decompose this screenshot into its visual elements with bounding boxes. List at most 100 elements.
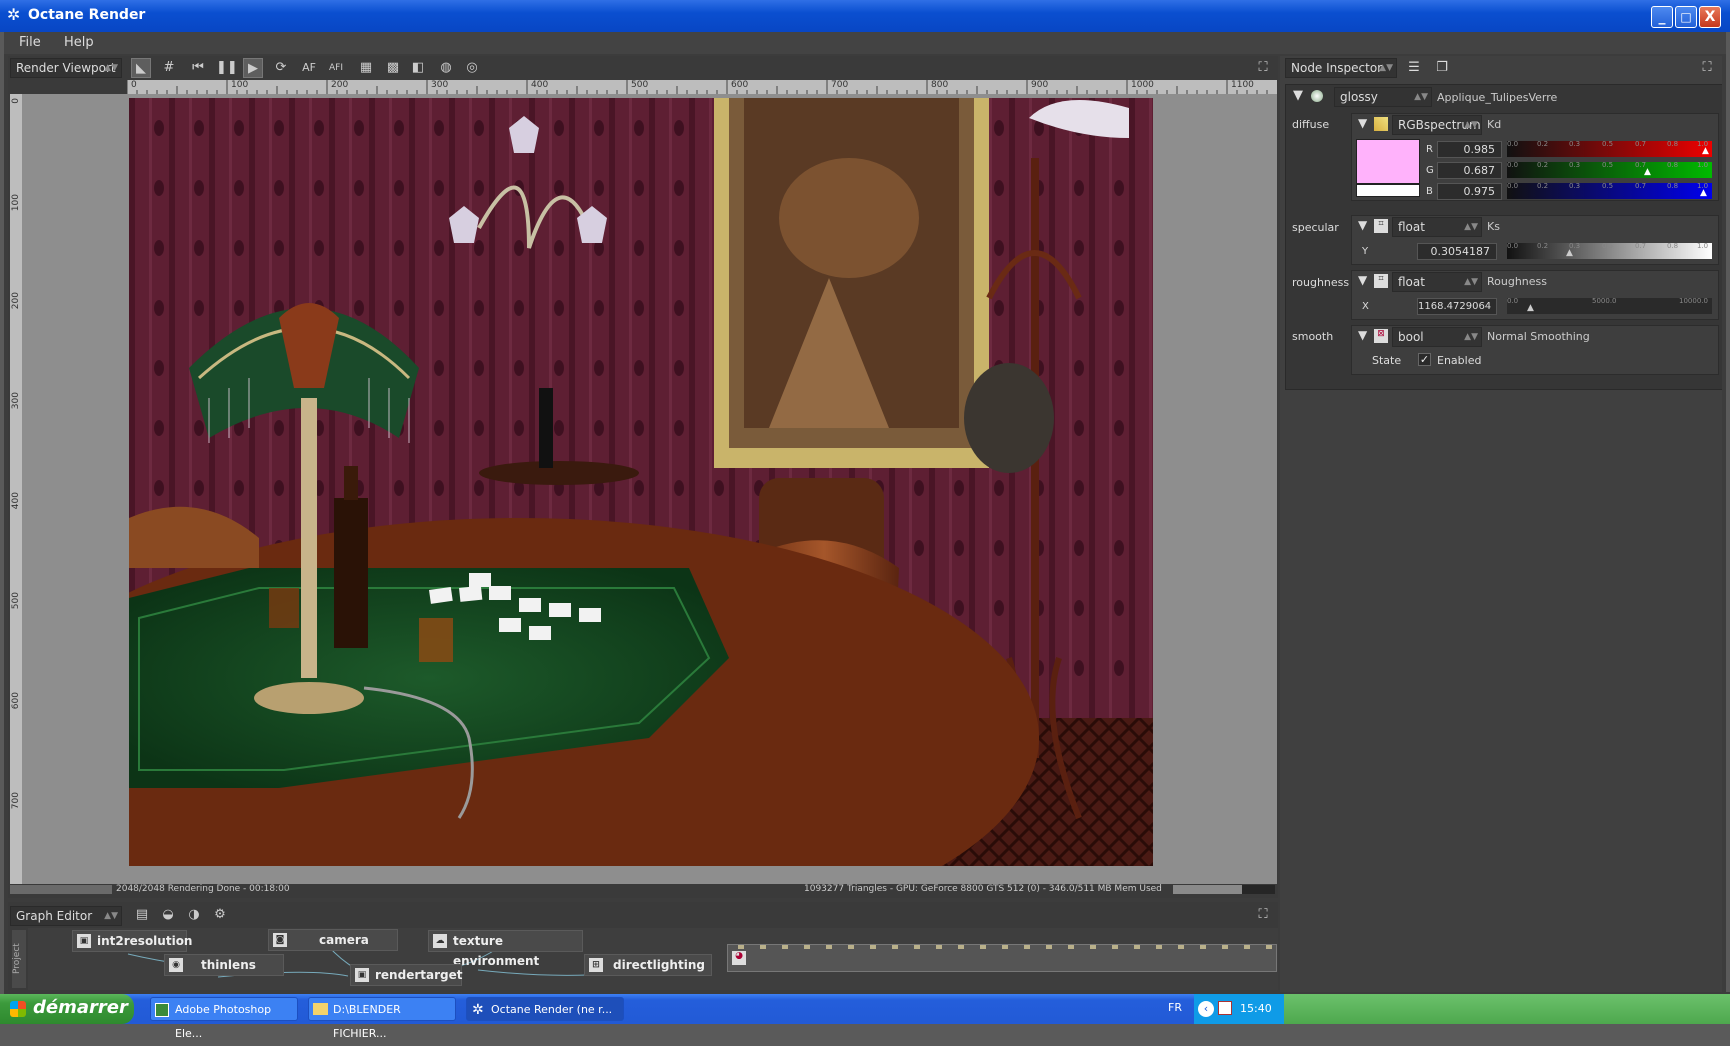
viewport-selector[interactable]: Render Viewport ▲▼: [10, 58, 122, 78]
node-thinlens[interactable]: ◉ thinlens: [164, 954, 284, 976]
diffuse-group: ▼ RGBspectrum ▲▼ Kd R 0.985 G 0.687 B 0.9…: [1351, 113, 1719, 201]
tick-label: 0.5: [1602, 161, 1614, 169]
specular-value-field[interactable]: 0.3054187: [1417, 243, 1497, 260]
rendered-image[interactable]: [129, 98, 1153, 866]
g-value-field[interactable]: 0.687: [1437, 162, 1502, 179]
task-label: Octane Render (ne r...: [491, 1003, 613, 1016]
task-octane[interactable]: ✲ Octane Render (ne r...: [466, 997, 624, 1021]
node-type-label: float: [1398, 220, 1425, 234]
node-rendertarget[interactable]: ▣ rendertarget: [350, 964, 462, 986]
roughness-value-field[interactable]: 1168.4729064: [1417, 298, 1497, 315]
material-node-icon[interactable]: ◒: [158, 905, 178, 925]
show-hidden-icons-icon[interactable]: ‹: [1198, 1001, 1214, 1017]
collapse-triangle-icon[interactable]: ▼: [1358, 218, 1367, 232]
menu-file[interactable]: File: [19, 35, 41, 50]
language-indicator[interactable]: FR: [1168, 1001, 1182, 1014]
roughness-slider[interactable]: 0.0 5000.0 10000.0 ▲: [1507, 297, 1712, 314]
grid-icon[interactable]: #: [159, 58, 179, 78]
node-camera[interactable]: ◙ camera: [268, 929, 398, 951]
slider-handle-icon[interactable]: ▲: [1700, 188, 1707, 198]
axis-label: X: [1362, 301, 1369, 312]
new-node-icon[interactable]: ▤: [132, 905, 152, 925]
tick-label: 0.0: [1507, 140, 1519, 148]
maximize-button[interactable]: □: [1675, 6, 1697, 28]
tick-label: 0.3: [1569, 182, 1581, 190]
collapse-all-icon[interactable]: ❐: [1432, 58, 1452, 78]
node-int2resolution[interactable]: ▣ int2resolution: [72, 930, 192, 952]
enabled-checkbox[interactable]: ✓: [1418, 353, 1431, 366]
diffuse-node-select[interactable]: RGBspectrum ▲▼: [1392, 115, 1482, 135]
close-button[interactable]: X: [1699, 6, 1721, 28]
pin-label: Ks: [1487, 220, 1500, 233]
material-node-icon: ◕: [732, 951, 746, 965]
node-texture-environment[interactable]: ☁ texture environment: [428, 930, 583, 968]
b-slider[interactable]: 0.0 0.2 0.3 0.5 0.7 0.8 1.0 ▲: [1507, 182, 1712, 199]
globe2-icon[interactable]: ◎: [462, 58, 482, 78]
fullscreen-icon[interactable]: ⛶: [1253, 905, 1273, 925]
specular-node-select[interactable]: float ▲▼: [1392, 217, 1482, 237]
task-photoshop[interactable]: Adobe Photoshop Ele...: [150, 997, 298, 1040]
start-button[interactable]: démarrer: [0, 994, 134, 1024]
afi-button[interactable]: AFI: [326, 58, 346, 78]
refresh-icon[interactable]: ⟳: [271, 58, 291, 78]
collapse-triangle-icon[interactable]: ▼: [1358, 116, 1367, 130]
project-side-tab[interactable]: Project: [12, 930, 26, 988]
tick-label: 0.7: [1635, 140, 1647, 148]
slider-handle-icon[interactable]: ▲: [1644, 167, 1651, 177]
clock[interactable]: 15:40: [1240, 1002, 1272, 1015]
b-value-field[interactable]: 0.975: [1437, 183, 1502, 200]
settings-node-icon[interactable]: ⚙: [210, 905, 230, 925]
play-icon[interactable]: ▶: [243, 58, 263, 78]
fullscreen-icon[interactable]: ⛶: [1253, 58, 1273, 78]
roughness-node-select[interactable]: float ▲▼: [1392, 272, 1482, 292]
gpu-status-text: 1093277 Triangles - GPU: GeForce 8800 GT…: [804, 884, 1162, 894]
system-tray: ‹ 15:40: [1194, 994, 1284, 1024]
tick-label: 0.8: [1667, 140, 1679, 148]
collapse-triangle-icon[interactable]: ▼: [1293, 88, 1303, 103]
globe-icon[interactable]: ◍: [436, 58, 456, 78]
checker-icon[interactable]: ▩: [383, 58, 403, 78]
window-titlebar[interactable]: ✲ Octane Render _ □ X: [0, 0, 1730, 32]
r-slider[interactable]: 0.0 0.2 0.3 0.5 0.7 0.8 1.0 ▲: [1507, 140, 1712, 157]
tick-label: 5000.0: [1592, 297, 1617, 305]
node-type-label: float: [1398, 275, 1425, 289]
expand-all-icon[interactable]: ☰: [1404, 58, 1424, 78]
frame-icon[interactable]: ▦: [356, 58, 376, 78]
material-name: Applique_TulipesVerre: [1437, 91, 1558, 104]
slider-handle-icon[interactable]: ▲: [1527, 303, 1534, 313]
ruler-label: 200: [331, 80, 349, 90]
node-directlighting[interactable]: ⊞ directlighting: [584, 954, 712, 976]
node-type-label: bool: [1398, 330, 1424, 344]
tray-app-icon[interactable]: [1218, 1001, 1232, 1015]
smooth-node-select[interactable]: bool ▲▼: [1392, 327, 1482, 347]
slider-handle-icon[interactable]: ▲: [1702, 146, 1709, 156]
af-button[interactable]: AF: [299, 58, 319, 78]
texture-node-icon[interactable]: ◑: [184, 905, 204, 925]
color-swatch[interactable]: [1356, 139, 1420, 184]
collapse-triangle-icon[interactable]: ▼: [1358, 273, 1367, 287]
specular-slider[interactable]: 0.0 0.2 0.3 0.5 0.7 0.8 1.0 ▲: [1507, 242, 1712, 259]
g-slider[interactable]: 0.0 0.2 0.3 0.5 0.7 0.8 1.0 ▲: [1507, 161, 1712, 178]
material-type-select[interactable]: glossy ▲▼: [1334, 87, 1432, 107]
material-pins-strip[interactable]: ◕: [727, 944, 1277, 972]
tick-label: 0.3: [1569, 140, 1581, 148]
pin-label: Normal Smoothing: [1487, 330, 1590, 343]
collapse-triangle-icon[interactable]: ▼: [1358, 328, 1367, 342]
inspector-selector[interactable]: Node Inspector ▲▼: [1285, 58, 1397, 78]
split-icon[interactable]: ◧: [408, 58, 428, 78]
pause-icon[interactable]: ❚❚: [216, 58, 238, 78]
graph-editor-selector[interactable]: Graph Editor ▲▼: [10, 906, 122, 926]
chevron-updown-icon: ▲▼: [1379, 63, 1393, 73]
minimize-button[interactable]: _: [1651, 6, 1673, 28]
ruler-label: 100: [231, 80, 249, 90]
r-value-field[interactable]: 0.985: [1437, 141, 1502, 158]
slider-handle-icon[interactable]: ▲: [1566, 248, 1573, 258]
tick-label: 0.0: [1507, 242, 1519, 250]
select-icon[interactable]: ◣: [131, 58, 151, 78]
task-explorer[interactable]: D:\BLENDER FICHIER...: [308, 997, 456, 1040]
rewind-icon[interactable]: ⏮: [188, 58, 208, 78]
render-progress-fill: [10, 885, 112, 894]
menu-help[interactable]: Help: [64, 35, 94, 50]
fullscreen-icon[interactable]: ⛶: [1697, 58, 1717, 78]
tick-label: 0.7: [1635, 242, 1647, 250]
